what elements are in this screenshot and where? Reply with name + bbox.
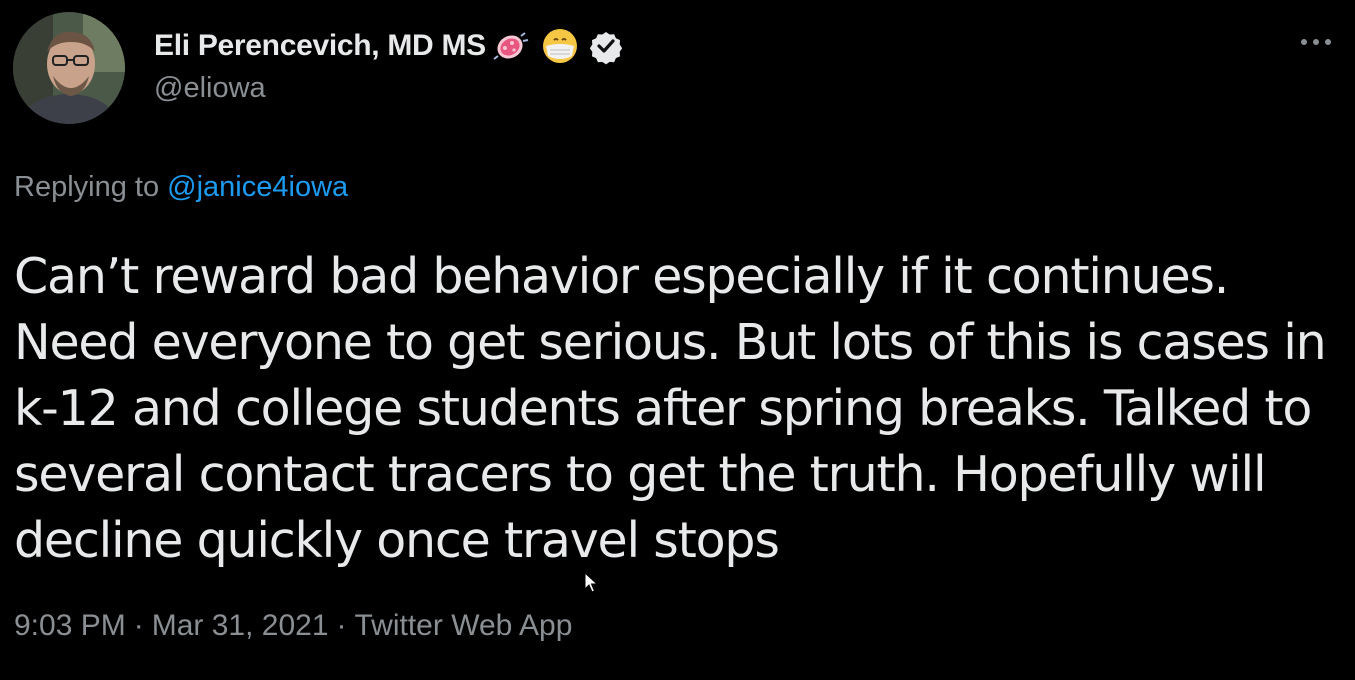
author-name-row: Eli Perencevich, MD MS [154,26,626,66]
tweet-date[interactable]: Mar 31, 2021 [152,609,329,642]
replying-mention-link[interactable]: @janice4iowa [167,171,348,203]
tweet-meta: 9:03 PM · Mar 31, 2021 · Twitter Web App [14,609,572,643]
meta-separator: · [133,609,144,642]
meta-separator: · [336,609,347,642]
bacteria-icon [490,26,530,66]
face-with-mask-icon [540,26,580,66]
replying-prefix: Replying to [14,171,160,203]
tweet-time[interactable]: 9:03 PM [14,609,126,642]
tweet-source[interactable]: Twitter Web App [355,609,573,642]
more-options-icon[interactable] [1296,30,1336,54]
mouse-pointer-icon [584,571,599,594]
replying-to: Replying to @janice4iowa [14,171,348,204]
tweet-card: Eli Perencevich, MD MS @eliowa Replying … [0,0,1355,680]
display-name[interactable]: Eli Perencevich, MD MS [154,29,486,63]
author-handle[interactable]: @eliowa [154,72,266,105]
avatar[interactable] [13,12,125,124]
tweet-text: Can’t reward bad behavior especially if … [14,248,1327,569]
verified-badge-icon [586,26,626,66]
